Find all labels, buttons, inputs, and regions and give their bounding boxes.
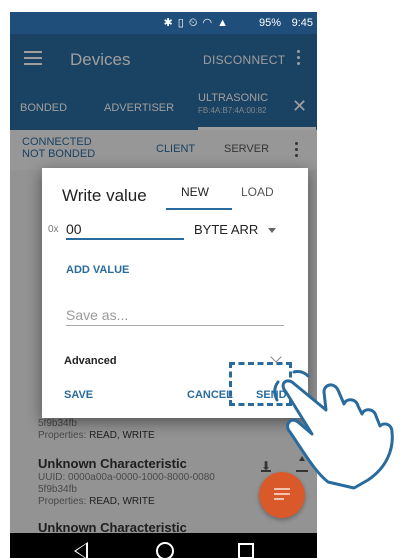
add-value-button[interactable]: ADD VALUE (66, 264, 129, 276)
navigation-bar (10, 533, 317, 558)
status-icons: ✱ ▯ ⏲ ◠ ▲ (163, 17, 229, 29)
active-tab-indicator (166, 208, 232, 210)
value-input[interactable] (66, 220, 184, 240)
list-icon (274, 488, 290, 503)
advanced-toggle[interactable]: Advanced (64, 355, 117, 367)
tab-load[interactable]: LOAD (241, 185, 274, 199)
hex-prefix: 0x (48, 224, 59, 235)
cancel-button[interactable]: CANCEL (187, 389, 233, 401)
status-bar: ✱ ▯ ⏲ ◠ ▲ 95% 9:45 (10, 12, 317, 34)
recent-apps-icon[interactable] (238, 543, 254, 558)
tab-new[interactable]: NEW (181, 185, 209, 199)
dialog-title: Write value (62, 186, 147, 205)
chevron-down-icon[interactable] (268, 228, 276, 233)
chevron-down-icon[interactable] (270, 351, 282, 363)
save-button[interactable]: SAVE (64, 389, 93, 401)
battery-level: 95% (258, 17, 281, 29)
phone-screen: ✱ ▯ ⏲ ◠ ▲ 95% 9:45 Devices DISCONNECT BO… (10, 12, 317, 558)
clock: 9:45 (291, 17, 313, 29)
back-icon[interactable] (74, 542, 88, 558)
save-as-input[interactable] (66, 304, 284, 326)
value-type-select[interactable]: BYTE ARR (194, 222, 294, 237)
tap-hand-icon (273, 370, 394, 490)
home-icon[interactable] (156, 542, 174, 558)
